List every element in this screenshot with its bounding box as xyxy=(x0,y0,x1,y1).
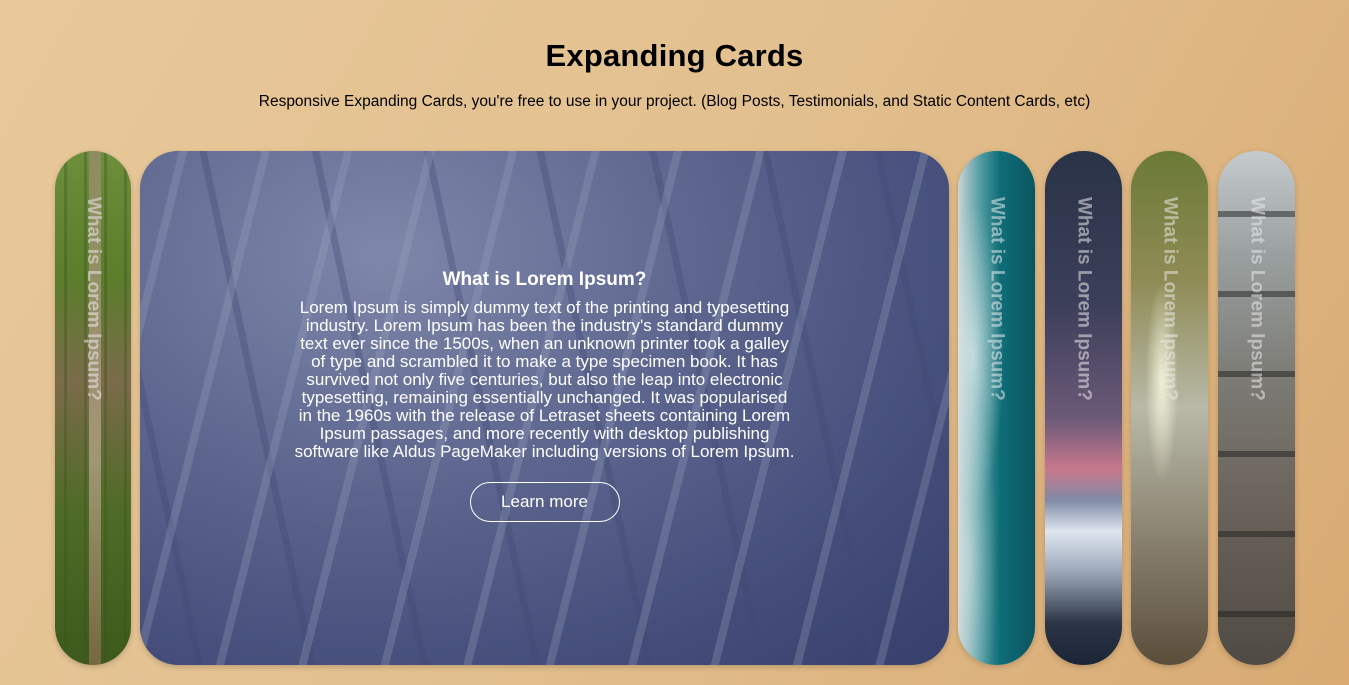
card-heading: What is Lorem Ipsum? xyxy=(442,269,647,290)
learn-more-button[interactable]: Learn more xyxy=(469,482,620,522)
page-subtitle: Responsive Expanding Cards, you're free … xyxy=(258,93,1091,110)
card-content: What is Lorem Ipsum? Lorem Ipsum is simp… xyxy=(140,269,949,522)
card-label: What is Lorem Ipsum? xyxy=(83,197,104,401)
card-label: What is Lorem Ipsum? xyxy=(1246,197,1268,401)
card-mountain[interactable]: What is Lorem Ipsum? xyxy=(1045,151,1122,665)
card-label: What is Lorem Ipsum? xyxy=(1073,197,1095,401)
page-title: Expanding Cards xyxy=(545,38,804,73)
card-label: What is Lorem Ipsum? xyxy=(1159,197,1181,401)
card-body: Lorem Ipsum is simply dummy text of the … xyxy=(294,298,795,461)
card-stones[interactable]: What is Lorem Ipsum? xyxy=(1218,151,1295,665)
card-forest[interactable]: What is Lorem Ipsum? xyxy=(55,151,131,665)
card-snowy-forest-expanded[interactable]: What is Lorem Ipsum? Lorem Ipsum is simp… xyxy=(140,151,949,665)
card-tree[interactable]: What is Lorem Ipsum? xyxy=(1131,151,1208,665)
card-label: What is Lorem Ipsum? xyxy=(986,197,1008,401)
card-ocean[interactable]: What is Lorem Ipsum? xyxy=(958,151,1035,665)
